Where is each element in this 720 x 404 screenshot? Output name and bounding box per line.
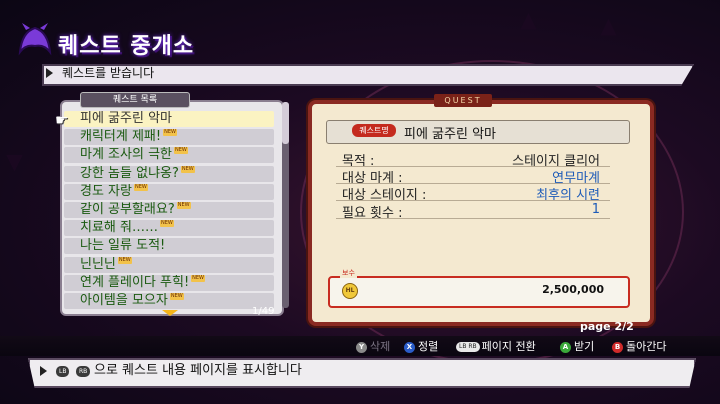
y-button-icon: Y bbox=[356, 341, 367, 353]
quest-card-tab: QUEST bbox=[434, 94, 492, 107]
quest-list-item[interactable]: 마계 조사의 극한 NEW bbox=[64, 147, 274, 164]
scrollbar-thumb[interactable] bbox=[282, 102, 289, 144]
rb-button-icon: RB bbox=[76, 366, 91, 377]
quest-list-item-label: 같이 공부할래요? bbox=[80, 202, 175, 217]
hl-coin-icon: HL bbox=[342, 283, 358, 299]
quest-list-item[interactable]: 피에 굶주린 악마 bbox=[64, 111, 274, 127]
quest-list-item[interactable]: 닌닌닌 NEW bbox=[64, 256, 274, 273]
bat-decoration-icon: ▲ bbox=[600, 14, 617, 39]
new-badge: NEW bbox=[117, 256, 132, 264]
required-count-value: 1 bbox=[591, 202, 600, 217]
new-badge: NEW bbox=[163, 129, 177, 137]
row-divider bbox=[336, 218, 610, 219]
page-title: 퀘스트 중개소 bbox=[58, 34, 195, 59]
b-button-icon: B bbox=[612, 341, 623, 353]
bat-decoration-icon: ▲ bbox=[520, 8, 537, 33]
quest-list-item-label: 나는 일류 도적! bbox=[80, 238, 166, 254]
sort-label: 정렬 bbox=[418, 340, 439, 353]
quest-list-item-label: 아이템을 모으자 bbox=[80, 293, 168, 308]
quest-list-item-label: 닌닌닌 bbox=[80, 256, 116, 272]
reward-amount: 2,500,000 bbox=[542, 283, 604, 296]
quest-list-item[interactable]: 나는 일류 도적! bbox=[64, 238, 274, 255]
quest-list-item[interactable]: 캐릭터계 제패! NEW bbox=[64, 129, 274, 146]
back-label: 돌아간다 bbox=[626, 340, 667, 353]
quest-list-item[interactable]: 강한 놈들 없냐옹? NEW bbox=[64, 165, 274, 182]
quest-name-badge: 퀘스트명 bbox=[352, 124, 396, 137]
quest-list-header: 퀘스트 목록 bbox=[80, 92, 190, 108]
quest-list-item-label: 경도 자랑 bbox=[80, 183, 132, 199]
bat-decoration-icon: ▼ bbox=[6, 150, 23, 175]
new-badge: NEW bbox=[176, 202, 191, 209]
page-switch-label: 페이지 전환 bbox=[481, 340, 536, 353]
quest-list-item[interactable]: 경도 자랑 NEW bbox=[64, 183, 274, 200]
demon-emblem-icon bbox=[18, 23, 52, 56]
accept-label: 받기 bbox=[574, 340, 595, 353]
delete-label: 삭제 bbox=[370, 340, 391, 353]
help-text: 으로 퀘스트 내용 페이지를 표시합니다 bbox=[94, 363, 302, 378]
new-badge: NEW bbox=[174, 147, 188, 155]
quest-list-item-label: 마계 조사의 극한 bbox=[80, 147, 172, 163]
quest-list-item-label: 강한 놈들 없냐옹? bbox=[80, 165, 179, 181]
quest-list-item-label: 치료해 줘…… bbox=[80, 220, 158, 236]
quest-list-item-label: 피에 굶주린 악마 bbox=[80, 111, 172, 126]
new-badge: NEW bbox=[133, 183, 148, 191]
new-badge: NEW bbox=[169, 293, 184, 300]
quest-list-item[interactable]: 아이템을 모으자 NEW bbox=[64, 293, 274, 309]
quest-list-count: 1/49 bbox=[252, 306, 275, 317]
reward-label: 보수 bbox=[340, 268, 357, 278]
quest-list-item-label: 캐릭터계 제패! bbox=[80, 129, 162, 145]
quest-list-item[interactable]: 치료해 줘…… NEW bbox=[64, 220, 274, 237]
page-switch-control[interactable]: LB RB 페이지 전환 bbox=[456, 340, 536, 354]
row-divider bbox=[336, 200, 610, 201]
quest-title: 피에 굶주린 악마 bbox=[404, 127, 496, 142]
subheader-text: 퀘스트를 받습니다 bbox=[62, 66, 155, 80]
new-badge: NEW bbox=[191, 274, 205, 282]
hand-cursor-icon: ☛ bbox=[55, 111, 69, 129]
accept-control[interactable]: A 받기 bbox=[560, 340, 594, 354]
pointer-arrow-icon bbox=[46, 68, 53, 78]
sort-control[interactable]: X 정렬 bbox=[404, 340, 438, 354]
pointer-arrow-icon bbox=[40, 366, 47, 376]
quest-list-item[interactable]: 같이 공부할래요? NEW bbox=[64, 202, 274, 218]
delete-control[interactable]: Y 삭제 bbox=[356, 340, 390, 354]
new-badge: NEW bbox=[180, 165, 195, 173]
quest-list-item-label: 연계 플레이다 푸힉! bbox=[80, 274, 190, 290]
back-control[interactable]: B 돌아간다 bbox=[612, 340, 666, 354]
lb-button-icon: LB bbox=[56, 366, 70, 377]
quest-list-item[interactable]: 연계 플레이다 푸힉! NEW bbox=[64, 274, 274, 291]
page-indicator: page 2/2 bbox=[580, 320, 634, 333]
scroll-down-arrow-icon[interactable] bbox=[162, 310, 178, 316]
new-badge: NEW bbox=[159, 220, 174, 228]
x-button-icon: X bbox=[404, 341, 415, 353]
lb-rb-button-icon: LB RB bbox=[456, 342, 480, 352]
a-button-icon: A bbox=[560, 341, 571, 353]
